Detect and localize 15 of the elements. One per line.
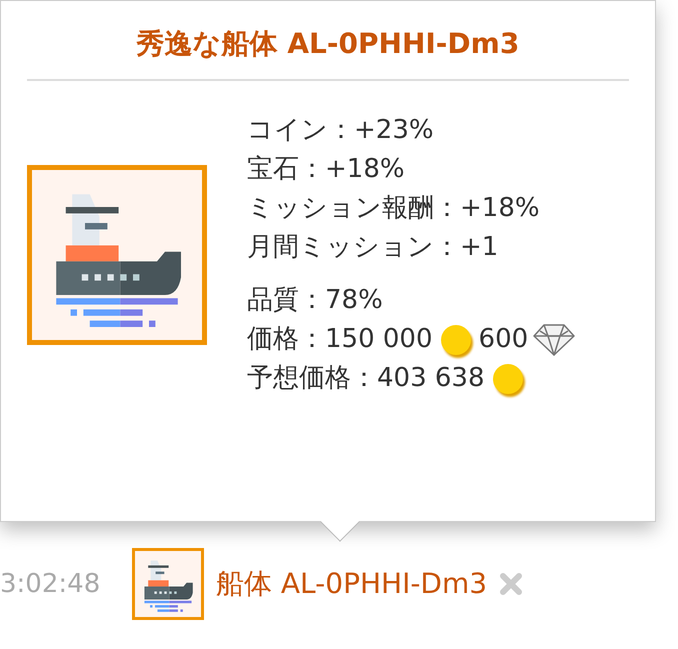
stat-text: 品質：78% bbox=[247, 284, 383, 317]
stat-text: 価格：150 000 bbox=[247, 323, 433, 356]
log-item-name: 船体 AL-0PHHI-Dm3 bbox=[216, 566, 488, 602]
stat-text: 月間ミッション：+1 bbox=[247, 231, 498, 264]
stat-text: コイン：+23% bbox=[247, 114, 434, 147]
coin-icon bbox=[440, 324, 471, 354]
coin-icon bbox=[492, 364, 523, 394]
stat-text: 予想価格：403 638 bbox=[247, 362, 485, 395]
diamond-icon bbox=[532, 322, 576, 356]
tooltip-title: 秀逸な船体 AL-0PHHI-Dm3 bbox=[136, 26, 520, 62]
log-time: 3:02:48 bbox=[0, 568, 102, 600]
stat-text: 宝石：+18% bbox=[247, 153, 405, 186]
stat-text: ミッション報酬：+18% bbox=[247, 192, 540, 225]
stat-text: 600 bbox=[478, 323, 528, 356]
close-icon[interactable] bbox=[499, 572, 524, 596]
